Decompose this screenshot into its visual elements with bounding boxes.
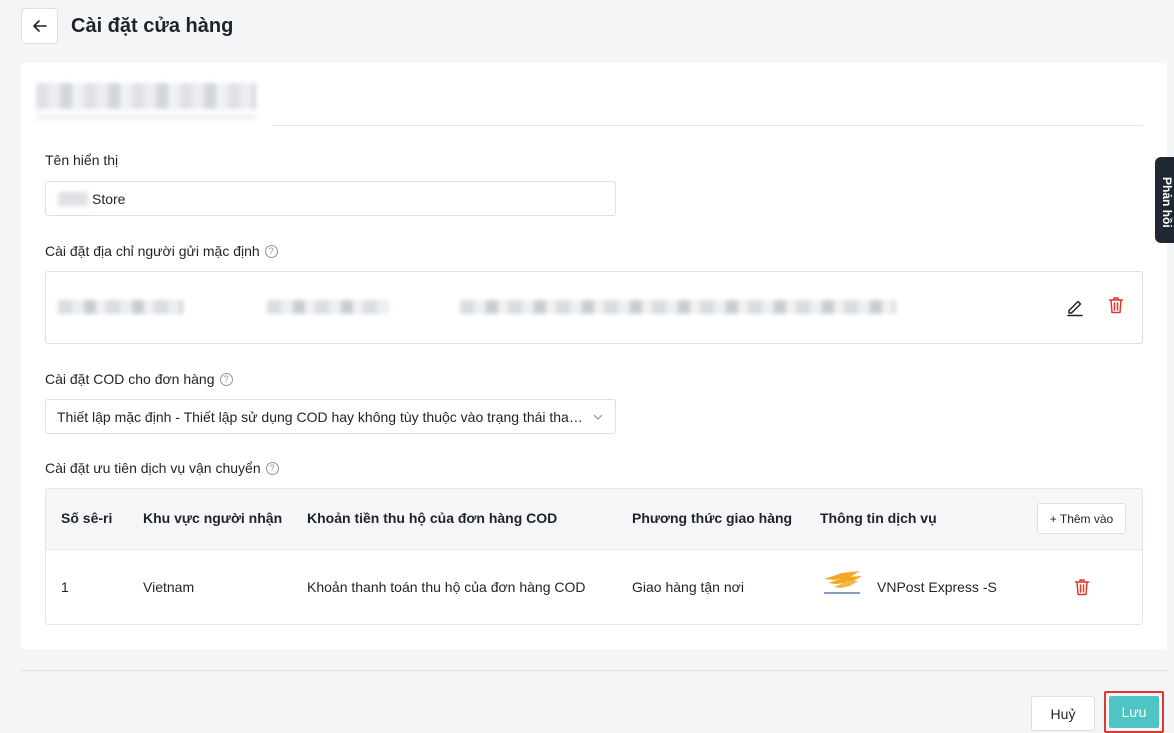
column-header-cod-amount: Khoản tiền thu hộ của đơn hàng COD: [307, 510, 558, 526]
display-name-label: Tên hiển thị: [45, 152, 118, 168]
cod-label-text: Cài đặt COD cho đơn hàng: [45, 371, 215, 387]
cod-label: Cài đặt COD cho đơn hàng ?: [45, 371, 233, 387]
save-button[interactable]: Lưu: [1109, 696, 1159, 728]
shipping-priority-label: Cài đặt ưu tiên dịch vụ vận chuyển ?: [45, 460, 279, 476]
column-header-serial: Số sê-ri: [61, 510, 113, 526]
cell-cod-amount: Khoản thanh toán thu hộ của đơn hàng COD: [307, 579, 586, 595]
feedback-side-tab[interactable]: Phản hồi: [1155, 157, 1174, 243]
feedback-tab-label: Phản hồi: [1160, 177, 1174, 228]
redacted-store-subheader: [36, 113, 256, 121]
shipping-priority-label-text: Cài đặt ưu tiên dịch vụ vận chuyển: [45, 460, 261, 476]
sender-address-box: [45, 271, 1143, 344]
column-header-region: Khu vực người nhận: [143, 510, 283, 526]
chevron-down-icon: [593, 414, 603, 420]
redacted-sender-name: [58, 300, 183, 314]
footer-divider: [21, 670, 1167, 671]
store-settings-card: Tên hiển thị Store Cài đặt địa chỉ người…: [21, 63, 1167, 649]
sender-address-label: Cài đặt địa chỉ người gửi mặc định ?: [45, 243, 278, 259]
page-title: Cài đặt cửa hàng: [71, 14, 234, 37]
redacted-sender-phone: [267, 300, 389, 314]
header-divider: [272, 125, 1143, 126]
redacted-name-prefix: [58, 191, 88, 206]
help-icon[interactable]: ?: [219, 372, 233, 386]
edit-icon[interactable]: [1066, 297, 1084, 320]
display-name-value: Store: [92, 190, 126, 207]
table-header: Số sê-ri Khu vực người nhận Khoản tiền t…: [46, 489, 1142, 549]
save-button-highlight: Lưu: [1104, 691, 1164, 733]
cell-serial: 1: [61, 579, 69, 595]
back-button[interactable]: [21, 8, 58, 44]
cell-region: Vietnam: [143, 579, 195, 595]
shipping-priority-table: Số sê-ri Khu vực người nhận Khoản tiền t…: [45, 488, 1143, 625]
add-rule-button[interactable]: + Thêm vào: [1037, 503, 1126, 534]
display-name-input[interactable]: Store: [45, 181, 616, 216]
help-icon[interactable]: ?: [264, 244, 278, 258]
cell-service: VNPost Express -S: [877, 579, 997, 595]
display-name-label-text: Tên hiển thị: [45, 152, 119, 168]
vnpost-logo-icon: [824, 571, 862, 594]
cell-delivery-method: Giao hàng tận nơi: [632, 579, 744, 595]
arrow-left-icon: [32, 20, 47, 32]
sender-address-label-text: Cài đặt địa chỉ người gửi mặc định: [45, 243, 260, 259]
delete-row-icon[interactable]: [1074, 578, 1090, 599]
page-header: Cài đặt cửa hàng: [21, 8, 233, 44]
redacted-store-header: [36, 83, 256, 109]
cod-select[interactable]: Thiết lập mặc định - Thiết lập sử dụng C…: [45, 399, 616, 434]
delete-address-icon[interactable]: [1108, 296, 1124, 317]
cod-select-value: Thiết lập mặc định - Thiết lập sử dụng C…: [57, 408, 585, 425]
help-icon[interactable]: ?: [265, 461, 279, 475]
redacted-sender-address: [460, 300, 896, 314]
column-header-delivery-method: Phương thức giao hàng: [632, 510, 793, 526]
column-header-service: Thông tin dịch vụ: [820, 510, 937, 526]
table-row: 1 Vietnam Khoản thanh toán thu hộ của đơ…: [46, 549, 1142, 624]
cancel-button[interactable]: Huỷ: [1031, 696, 1095, 731]
